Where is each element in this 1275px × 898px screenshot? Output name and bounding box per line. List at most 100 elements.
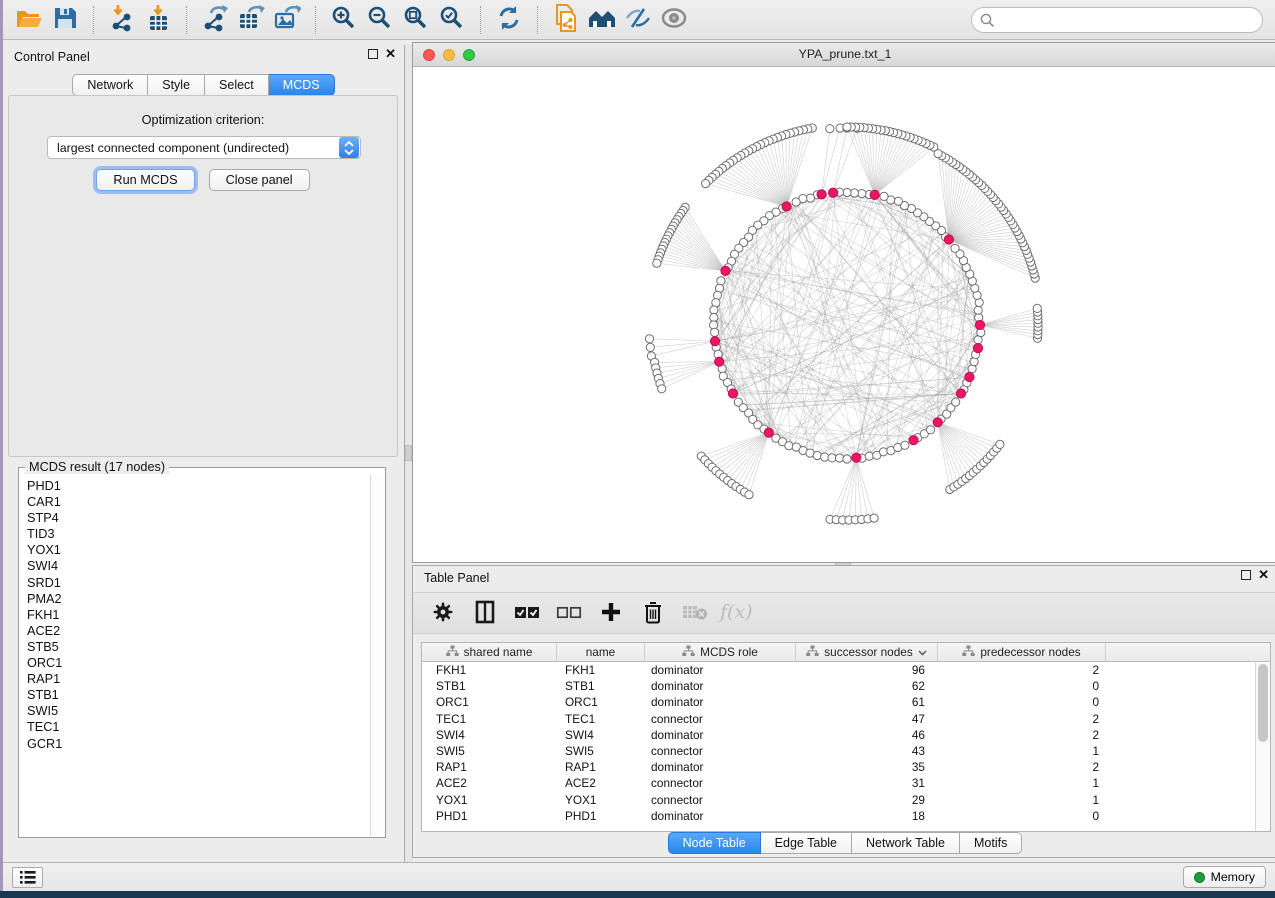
- cell-shared-name[interactable]: RAP1: [422, 759, 557, 775]
- tab-node-table[interactable]: Node Table: [668, 832, 761, 854]
- tab-edge-table[interactable]: Edge Table: [761, 832, 852, 854]
- table-scrollbar-thumb[interactable]: [1258, 664, 1268, 742]
- columns-button[interactable]: [471, 599, 499, 627]
- mcds-result-node[interactable]: SWI4: [27, 558, 370, 574]
- cell-name[interactable]: TEC1: [557, 711, 645, 727]
- close-panel-button[interactable]: Close panel: [209, 169, 310, 191]
- mcds-result-node[interactable]: SRD1: [27, 575, 370, 591]
- cell-name[interactable]: PHD1: [557, 808, 645, 824]
- mcds-result-node[interactable]: ORC1: [27, 655, 370, 671]
- cell-successor-nodes[interactable]: 35: [796, 759, 938, 775]
- mcds-result-node[interactable]: STB1: [27, 687, 370, 703]
- mcds-result-list[interactable]: PHD1CAR1STP4TID3YOX1SWI4SRD1PMA2FKH1ACE2…: [20, 475, 370, 836]
- cell-name[interactable]: FKH1: [557, 662, 645, 678]
- cell-predecessor-nodes[interactable]: 1: [938, 792, 1106, 808]
- tab-motifs[interactable]: Motifs: [960, 832, 1022, 854]
- mcds-result-node[interactable]: STB5: [27, 639, 370, 655]
- cell-MCDS-role[interactable]: dominator: [645, 694, 796, 710]
- network-graph[interactable]: [413, 67, 1275, 562]
- mcds-result-node[interactable]: SWI5: [27, 703, 370, 719]
- export-image-button[interactable]: [269, 4, 305, 36]
- table-row[interactable]: ORC1ORC1dominator610: [422, 694, 1270, 710]
- cell-predecessor-nodes[interactable]: 2: [938, 759, 1106, 775]
- maximize-window-icon[interactable]: [463, 49, 475, 61]
- cell-shared-name[interactable]: SWI5: [422, 743, 557, 759]
- mcds-result-node[interactable]: TID3: [27, 526, 370, 542]
- cell-shared-name[interactable]: PHD1: [422, 808, 557, 824]
- deselect-all-button[interactable]: [555, 599, 583, 627]
- cell-MCDS-role[interactable]: dominator: [645, 662, 796, 678]
- mcds-result-node[interactable]: FKH1: [27, 607, 370, 623]
- zoom-fit-button[interactable]: [398, 4, 434, 36]
- cell-shared-name[interactable]: ACE2: [422, 775, 557, 791]
- tab-style[interactable]: Style: [148, 74, 205, 96]
- add-row-button[interactable]: [597, 599, 625, 627]
- cell-MCDS-role[interactable]: connector: [645, 711, 796, 727]
- cell-predecessor-nodes[interactable]: 2: [938, 662, 1106, 678]
- cell-predecessor-nodes[interactable]: 0: [938, 678, 1106, 694]
- mcds-result-node[interactable]: STP4: [27, 510, 370, 526]
- mcds-result-node[interactable]: ACE2: [27, 623, 370, 639]
- open-session-button[interactable]: [11, 4, 47, 36]
- minimize-window-icon[interactable]: [443, 49, 455, 61]
- cell-shared-name[interactable]: SWI4: [422, 727, 557, 743]
- cell-MCDS-role[interactable]: dominator: [645, 678, 796, 694]
- cell-MCDS-role[interactable]: connector: [645, 743, 796, 759]
- mcds-result-node[interactable]: TEC1: [27, 719, 370, 735]
- cell-name[interactable]: ORC1: [557, 694, 645, 710]
- cell-name[interactable]: ACE2: [557, 775, 645, 791]
- mcds-result-node[interactable]: CAR1: [27, 494, 370, 510]
- cell-predecessor-nodes[interactable]: 2: [938, 727, 1106, 743]
- cell-shared-name[interactable]: TEC1: [422, 711, 557, 727]
- table-scrollbar[interactable]: [1255, 662, 1270, 831]
- table-row[interactable]: STB1STB1dominator620: [422, 678, 1270, 694]
- cell-successor-nodes[interactable]: 43: [796, 743, 938, 759]
- column-header-shared-name[interactable]: shared name: [422, 643, 557, 661]
- save-session-button[interactable]: [47, 4, 83, 36]
- mcds-result-node[interactable]: PHD1: [27, 478, 370, 494]
- mcds-result-node[interactable]: GCR1: [27, 736, 370, 752]
- zoom-out-button[interactable]: [362, 4, 398, 36]
- column-header-name[interactable]: name: [557, 643, 645, 661]
- export-network-button[interactable]: [197, 4, 233, 36]
- cell-successor-nodes[interactable]: 46: [796, 727, 938, 743]
- table-row[interactable]: YOX1YOX1connector291: [422, 792, 1270, 808]
- tab-network-table[interactable]: Network Table: [852, 832, 960, 854]
- select-all-button[interactable]: [513, 599, 541, 627]
- cell-MCDS-role[interactable]: connector: [645, 775, 796, 791]
- mcds-result-node[interactable]: YOX1: [27, 542, 370, 558]
- network-window-titlebar[interactable]: YPA_prune.txt_1: [413, 43, 1275, 67]
- cell-predecessor-nodes[interactable]: 1: [938, 743, 1106, 759]
- cell-successor-nodes[interactable]: 31: [796, 775, 938, 791]
- refresh-button[interactable]: [491, 4, 527, 36]
- cell-MCDS-role[interactable]: dominator: [645, 759, 796, 775]
- network-canvas[interactable]: [413, 67, 1275, 562]
- cell-predecessor-nodes[interactable]: 0: [938, 808, 1106, 824]
- search-input[interactable]: [971, 7, 1263, 33]
- gear-button[interactable]: [429, 599, 457, 627]
- optimization-criterion-select[interactable]: largest connected component (undirected): [47, 136, 361, 159]
- table-row[interactable]: TEC1TEC1connector472: [422, 711, 1270, 727]
- run-mcds-button[interactable]: Run MCDS: [96, 169, 194, 191]
- mcds-result-scrollbar[interactable]: [370, 475, 384, 836]
- zoom-selected-button[interactable]: [434, 4, 470, 36]
- zoom-in-button[interactable]: [326, 4, 362, 36]
- mcds-result-node[interactable]: RAP1: [27, 671, 370, 687]
- clone-network-button[interactable]: [548, 4, 584, 36]
- cell-shared-name[interactable]: FKH1: [422, 662, 557, 678]
- cell-predecessor-nodes[interactable]: 2: [938, 711, 1106, 727]
- cell-shared-name[interactable]: ORC1: [422, 694, 557, 710]
- cell-successor-nodes[interactable]: 62: [796, 678, 938, 694]
- mcds-result-node[interactable]: PMA2: [27, 591, 370, 607]
- cell-name[interactable]: YOX1: [557, 792, 645, 808]
- float-table-panel-icon[interactable]: [1241, 570, 1251, 580]
- delete-row-button[interactable]: [639, 599, 667, 627]
- table-row[interactable]: FKH1FKH1dominator962: [422, 662, 1270, 678]
- table-row[interactable]: SWI5SWI5connector431: [422, 743, 1270, 759]
- table-row[interactable]: ACE2ACE2connector311: [422, 775, 1270, 791]
- cell-name[interactable]: SWI5: [557, 743, 645, 759]
- tab-mcds[interactable]: MCDS: [269, 74, 335, 96]
- import-network-button[interactable]: [104, 4, 140, 36]
- cell-predecessor-nodes[interactable]: 0: [938, 694, 1106, 710]
- column-header-successor-nodes[interactable]: successor nodes: [796, 643, 938, 661]
